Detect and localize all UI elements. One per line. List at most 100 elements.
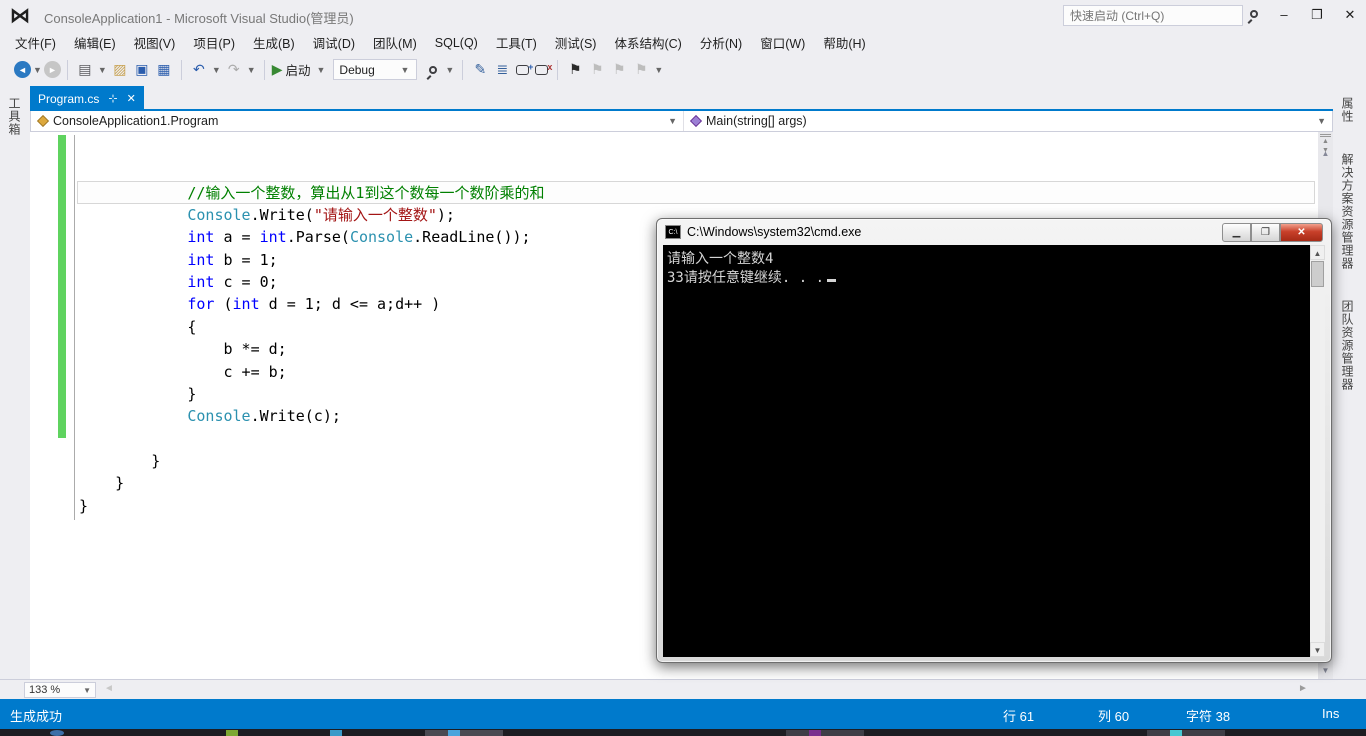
redo-dropdown-icon[interactable]: ▼ — [247, 65, 256, 75]
solution-configurations-combo[interactable]: Debug ▼ — [333, 59, 418, 80]
types-dropdown[interactable]: ConsoleApplication1.Program ▼ — [31, 111, 684, 131]
menu-item[interactable]: 工具(T) — [487, 29, 546, 56]
menu-item[interactable]: 项目(P) — [184, 29, 244, 56]
sidebar-tab-toolbox[interactable]: 工具箱 — [4, 89, 25, 144]
quick-launch-box[interactable] — [1063, 5, 1243, 26]
sidebar-tab[interactable]: 团队资源管理器 — [1337, 292, 1358, 399]
cmd-title-bar[interactable]: C:\ C:\Windows\system32\cmd.exe ▁ ❐ ✕ — [657, 219, 1331, 245]
nav-back-icon[interactable]: ◄ — [14, 61, 31, 78]
taskbar-app-button[interactable] — [425, 730, 503, 736]
nav-back-dropdown-icon[interactable]: ▼ — [33, 65, 42, 75]
menu-item[interactable]: 测试(S) — [546, 29, 606, 56]
cmd-scroll-up-icon[interactable]: ▲ — [1310, 245, 1325, 260]
menu-item[interactable]: 生成(B) — [244, 29, 304, 56]
redo-icon[interactable]: ↷ — [224, 59, 244, 81]
undo-icon[interactable]: ↶ — [189, 59, 209, 81]
cmd-minimize-button[interactable]: ▁ — [1222, 223, 1251, 242]
prev-bookmark-icon[interactable]: ⚑ — [587, 59, 607, 81]
minimize-button[interactable]: – — [1270, 6, 1298, 24]
menu-item[interactable]: 团队(M) — [364, 29, 426, 56]
cmd-console-output[interactable]: 请输入一个整数4 33请按任意键继续. . . — [663, 245, 1312, 657]
find-in-files-icon[interactable] — [429, 65, 438, 74]
code-token: { — [79, 317, 197, 336]
nav-forward-icon[interactable]: ► — [43, 61, 61, 78]
menu-item[interactable]: 体系结构(C) — [605, 29, 690, 56]
taskbar-app-button[interactable] — [1147, 730, 1225, 736]
cmd-window[interactable]: C:\ C:\Windows\system32\cmd.exe ▁ ❐ ✕ 请输… — [656, 218, 1332, 663]
taskbar-app-icon[interactable] — [809, 730, 821, 736]
sidebar-tab[interactable]: 解决方案资源管理器 — [1337, 145, 1358, 278]
windows-taskbar[interactable] — [0, 729, 1366, 736]
menu-item[interactable]: 文件(F) — [6, 29, 65, 56]
start-orb-icon[interactable] — [50, 730, 64, 736]
uncomment-lines-icon[interactable] — [535, 62, 552, 75]
code-token: Console — [187, 206, 251, 225]
hscroll-right-icon[interactable]: ► — [1298, 683, 1308, 694]
cmd-scrollbar[interactable]: ▲ ▼ — [1310, 245, 1325, 657]
toolbar-options-icon[interactable]: ▼ — [654, 65, 663, 75]
code-token: a = — [214, 228, 260, 247]
menu-item[interactable]: 分析(N) — [691, 29, 751, 56]
cmd-icon: C:\ — [665, 225, 681, 239]
code-token: } — [79, 451, 161, 470]
menu-item[interactable]: SQL(Q) — [426, 32, 487, 54]
new-file-dropdown-icon[interactable]: ▼ — [98, 65, 107, 75]
outdent-icon[interactable]: ≣ — [492, 59, 512, 81]
code-line: Console.Write("请输入一个整数"); — [79, 204, 455, 226]
code-line: } — [79, 495, 88, 517]
next-bookmark-icon[interactable]: ⚑ — [609, 59, 629, 81]
menu-item[interactable]: 视图(V) — [125, 29, 185, 56]
scroll-up-icon[interactable]: ▲ — [1318, 147, 1333, 160]
left-tool-strip: 工具箱 — [0, 84, 30, 679]
quick-launch-input[interactable] — [1064, 6, 1242, 25]
taskbar-app-icon[interactable] — [226, 730, 238, 736]
start-label: 启动 — [285, 64, 311, 78]
save-all-icon[interactable]: ▦ — [154, 59, 174, 81]
open-file-icon[interactable]: ▨ — [110, 59, 130, 81]
undo-dropdown-icon[interactable]: ▼ — [212, 65, 221, 75]
cmd-scroll-down-icon[interactable]: ▼ — [1310, 642, 1325, 657]
comment-lines-icon[interactable] — [516, 62, 533, 75]
new-file-icon[interactable]: ▤ — [75, 59, 95, 81]
taskbar-app-icon[interactable] — [1170, 730, 1182, 736]
taskbar-app-icon[interactable] — [448, 730, 460, 736]
hscroll-left-icon[interactable]: ◄ — [104, 683, 114, 694]
members-dropdown[interactable]: Main(string[] args) ▼ — [684, 111, 1332, 131]
sidebar-tab[interactable]: 属性 — [1337, 89, 1358, 131]
close-tab-icon[interactable]: ✕ — [127, 92, 136, 105]
menu-item[interactable]: 窗口(W) — [751, 29, 814, 56]
zoom-control[interactable]: 133 % ▼ — [24, 682, 96, 698]
save-icon[interactable]: ▣ — [132, 59, 152, 81]
indent-icon[interactable]: ✎ — [470, 59, 490, 81]
code-token: c += b; — [79, 362, 287, 381]
taskbar-app-button[interactable] — [786, 730, 864, 736]
cmd-close-button[interactable]: ✕ — [1280, 223, 1323, 242]
scroll-down-icon[interactable]: ▼ — [1318, 664, 1333, 677]
close-button[interactable]: ✕ — [1336, 6, 1364, 24]
tab-program-cs[interactable]: Program.cs ⊹ ✕ — [30, 86, 144, 111]
code-line: int a = int.Parse(Console.ReadLine()); — [79, 226, 530, 248]
start-debugging-button[interactable]: ▶ 启动 — [272, 59, 314, 81]
splitter-handle[interactable]: ▲ ▼ — [1320, 134, 1331, 154]
restore-button[interactable]: ❐ — [1303, 6, 1331, 24]
start-dropdown-icon[interactable]: ▼ — [316, 65, 325, 75]
zoom-value: 133 % — [29, 684, 61, 696]
cmd-scroll-thumb[interactable] — [1311, 261, 1324, 287]
code-token: int — [187, 273, 215, 292]
toolbar-overflow-icon[interactable]: ▼ — [445, 65, 454, 75]
code-line: Console.Write(c); — [79, 405, 341, 427]
clear-bookmarks-icon[interactable]: ⚑ — [631, 59, 651, 81]
pin-tab-icon[interactable]: ⊹ — [108, 92, 117, 105]
quick-launch-search-icon[interactable] — [1250, 10, 1258, 18]
code-token: d = 1; d <= a;d++ ) — [259, 295, 441, 314]
taskbar-app-icon[interactable] — [330, 730, 342, 736]
menu-item[interactable]: 调试(D) — [304, 29, 364, 56]
code-line: } — [79, 383, 196, 405]
code-token: .Write(c); — [250, 407, 341, 426]
menu-item[interactable]: 编辑(E) — [65, 29, 125, 56]
menu-item[interactable]: 帮助(H) — [814, 29, 874, 56]
toggle-bookmark-icon[interactable]: ⚑ — [565, 59, 585, 81]
cmd-maximize-button[interactable]: ❐ — [1251, 223, 1280, 242]
